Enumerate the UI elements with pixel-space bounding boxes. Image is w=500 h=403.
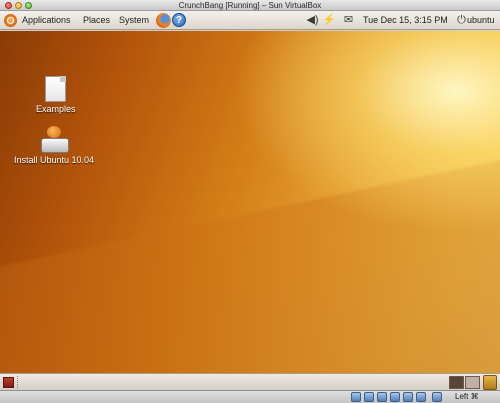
cd-icon[interactable] xyxy=(364,392,374,402)
vbox-status-bar: Left ⌘ xyxy=(0,390,500,403)
workspace-2[interactable] xyxy=(465,376,480,389)
network-icon[interactable]: ⚡ xyxy=(322,14,336,27)
window-titlebar: CrunchBang [Running] – Sun VirtualBox xyxy=(0,0,500,11)
top-panel: Applications Places System ? ◀) ⚡ ✉ Tue … xyxy=(0,11,500,30)
hard-disk-icon[interactable] xyxy=(351,392,361,402)
network-adapter-icon[interactable] xyxy=(390,392,400,402)
floppy-icon[interactable] xyxy=(377,392,387,402)
menu-system[interactable]: System xyxy=(119,11,149,30)
workspace-1[interactable] xyxy=(449,376,464,389)
volume-icon[interactable]: ◀) xyxy=(306,14,319,27)
clock[interactable]: Tue Dec 15, 3:15 PM xyxy=(363,11,448,30)
user-menu[interactable]: ubuntu xyxy=(467,11,495,30)
desktop[interactable]: Examples Install Ubuntu 10.04 xyxy=(0,31,500,373)
menu-places[interactable]: Places xyxy=(83,11,110,30)
host-key-label: Left ⌘ xyxy=(455,392,479,401)
ubuntu-logo-icon[interactable] xyxy=(4,14,17,27)
window-title: CrunchBang [Running] – Sun VirtualBox xyxy=(178,1,322,10)
firefox-icon[interactable] xyxy=(156,13,171,28)
mail-icon[interactable]: ✉ xyxy=(342,14,355,27)
shared-folder-icon[interactable] xyxy=(416,392,426,402)
mouse-integration-icon[interactable] xyxy=(432,392,442,402)
desktop-item-label: Examples xyxy=(36,104,76,114)
help-icon[interactable]: ? xyxy=(172,13,186,27)
menu-applications[interactable]: Applications xyxy=(22,11,71,30)
desktop-item-label: Install Ubuntu 10.04 xyxy=(14,155,95,165)
usb-icon[interactable] xyxy=(403,392,413,402)
folder-document-icon[interactable] xyxy=(45,76,66,102)
show-desktop-icon[interactable] xyxy=(3,377,14,388)
panel-handle[interactable] xyxy=(17,376,20,389)
installer-icon[interactable] xyxy=(40,126,70,154)
bottom-panel xyxy=(0,373,500,390)
trash-icon[interactable] xyxy=(483,375,497,390)
